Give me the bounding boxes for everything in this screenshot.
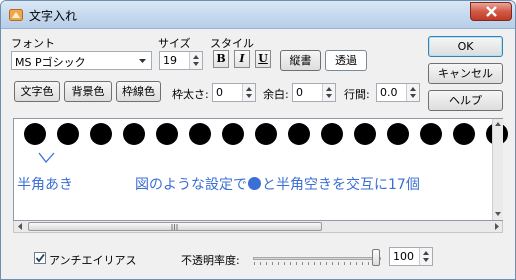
preview-dot (156, 123, 178, 145)
scroll-thumb[interactable] (28, 222, 322, 231)
spinner-arrows-icon[interactable] (242, 84, 255, 101)
preview-dot (288, 123, 310, 145)
opacity-slider-thumb[interactable] (372, 249, 380, 266)
vertical-writing-button[interactable]: 縦書 (280, 50, 321, 71)
chevron-down-icon (139, 59, 146, 63)
spinner-arrows-icon[interactable] (189, 52, 202, 69)
scroll-down-icon[interactable] (494, 210, 502, 218)
antialias-label: アンチエイリアス (49, 254, 137, 267)
preview-dot (255, 123, 277, 145)
window-title: 文字入れ (29, 9, 78, 23)
blue-dot-icon (248, 177, 261, 190)
slider-ticks (254, 262, 380, 265)
preview-dot (387, 123, 409, 145)
margin-value: 0 (296, 86, 303, 99)
size-spinner[interactable]: 19 (159, 51, 203, 70)
preview-dot (189, 123, 211, 145)
close-button[interactable] (470, 2, 512, 21)
scroll-left-icon[interactable] (16, 222, 25, 231)
margin-label: 余白: (263, 88, 289, 101)
antialias-checkbox[interactable] (34, 252, 46, 264)
instruction-note-prefix: 図のような設定で (135, 177, 247, 193)
border-width-spinner[interactable]: 0 (212, 83, 256, 102)
preview-dot (222, 123, 244, 145)
bold-button[interactable]: B (213, 50, 229, 68)
opacity-label: 不透明率度: (181, 254, 240, 267)
scroll-right-icon[interactable] (492, 222, 501, 231)
preview-dot (90, 123, 112, 145)
spinner-arrows-icon[interactable] (406, 84, 419, 101)
scroll-up-icon[interactable] (494, 120, 502, 128)
app-icon (9, 9, 23, 21)
ok-button[interactable]: OK (428, 36, 503, 57)
text-preview-area[interactable]: 半角あき 図のような設定で と半角空きを交互に17個 (13, 118, 508, 221)
border-color-button[interactable]: 枠線色 (116, 81, 161, 102)
text-insert-dialog: 文字入れ フォント MS Pゴシック サイズ 19 スタイル B I U 縦書 … (0, 0, 516, 280)
style-label: スタイル (210, 37, 254, 50)
vertical-scrollbar[interactable] (492, 119, 503, 220)
preview-dot (420, 123, 442, 145)
close-icon (486, 6, 497, 17)
spinner-arrows-icon[interactable] (322, 84, 335, 101)
size-label: サイズ (158, 37, 191, 50)
opacity-slider-track[interactable] (253, 257, 381, 265)
border-width-value: 0 (216, 86, 223, 99)
font-select-value: MS Pゴシック (15, 56, 86, 69)
instruction-note: 図のような設定で と半角空きを交互に17個 (135, 174, 420, 194)
margin-spinner[interactable]: 0 (292, 83, 336, 102)
title-bar[interactable]: 文字入れ (1, 1, 515, 29)
underline-button[interactable]: U (255, 50, 271, 68)
check-icon (35, 253, 45, 263)
preview-dot (354, 123, 376, 145)
preview-dot (24, 123, 46, 145)
instruction-note-suffix: と半角空きを交互に17個 (262, 177, 420, 193)
font-label: フォント (11, 37, 55, 50)
preview-dot (123, 123, 145, 145)
line-spacing-label: 行間: (344, 88, 370, 101)
grip-icon (171, 224, 178, 230)
font-select[interactable]: MS Pゴシック (11, 51, 152, 70)
v-mark-icon (38, 152, 55, 164)
size-value: 19 (163, 54, 177, 67)
text-color-button[interactable]: 文字色 (14, 81, 60, 102)
line-spacing-spinner[interactable]: 0.0 (376, 83, 420, 102)
opacity-value: 100 (393, 250, 414, 263)
background-color-button[interactable]: 背景色 (64, 81, 112, 102)
italic-button[interactable]: I (234, 50, 250, 68)
opacity-spinner[interactable]: 100 (389, 247, 433, 266)
spinner-arrows-icon[interactable] (419, 248, 432, 265)
transparent-toggle[interactable]: 透過 (325, 50, 367, 71)
preview-dot (453, 123, 475, 145)
horizontal-scrollbar[interactable] (13, 221, 503, 233)
preview-dot (321, 123, 343, 145)
help-button[interactable]: ヘルプ (428, 90, 503, 111)
line-spacing-value: 0.0 (380, 86, 398, 99)
border-width-label: 枠太さ: (172, 88, 209, 101)
half-width-space-note: 半角あき (17, 177, 73, 193)
preview-dot (57, 123, 79, 145)
cancel-button[interactable]: キャンセル (428, 63, 503, 84)
